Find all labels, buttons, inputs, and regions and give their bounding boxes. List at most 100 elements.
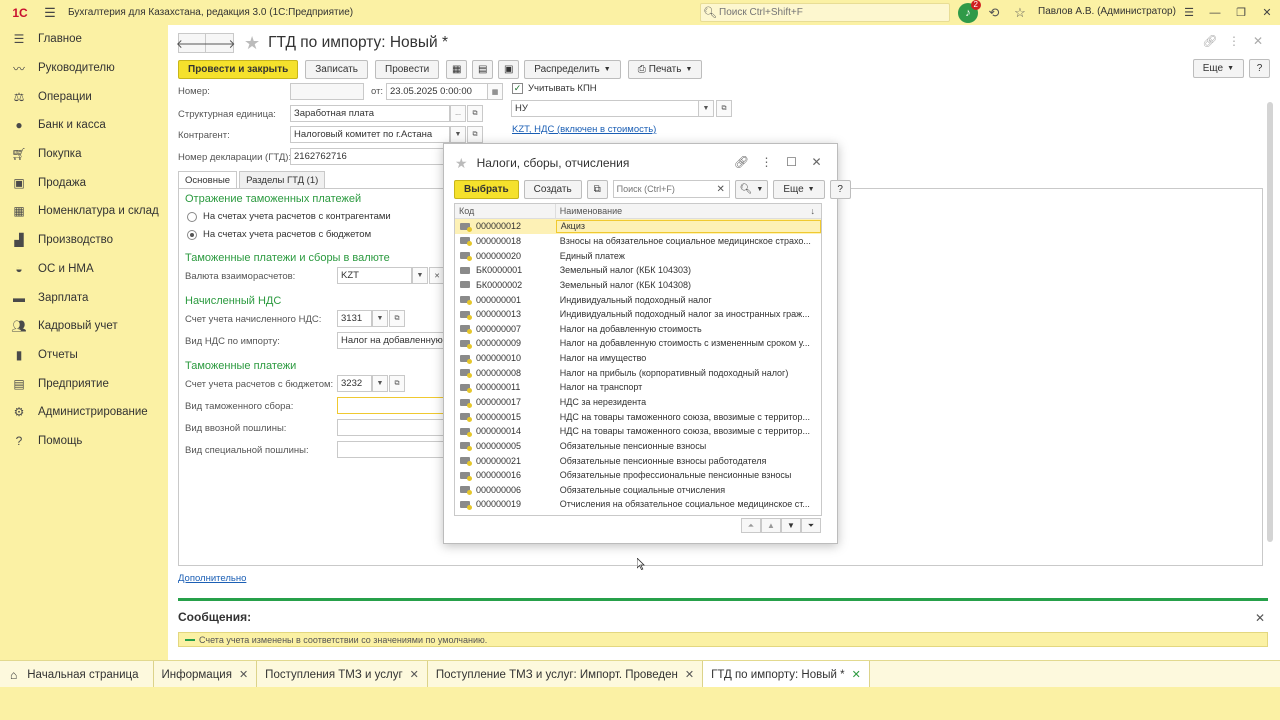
number-field[interactable] xyxy=(290,83,364,100)
select-button[interactable]: Выбрать xyxy=(454,179,519,199)
page-down-icon[interactable]: ▼ xyxy=(781,518,801,533)
close-icon[interactable]: ✕ xyxy=(1254,0,1280,25)
special-duty-field[interactable] xyxy=(337,441,445,458)
clear-icon[interactable]: ✕ xyxy=(714,184,728,195)
chevron-down-icon[interactable]: ▼ xyxy=(698,100,714,117)
sidebar-item-help[interactable]: ? Помощь xyxy=(0,427,168,456)
nu-field[interactable]: НУ xyxy=(511,100,706,117)
sidebar-item-operations[interactable]: ⚖ Операции xyxy=(0,82,168,111)
table-row[interactable]: 000000008 Налог на прибыль (корпоративный… xyxy=(455,365,821,380)
table-row[interactable]: 000000007 Налог на добавленную стоимость xyxy=(455,321,821,336)
search-button[interactable]: 🔍︎ ▼ xyxy=(734,179,769,199)
fee-type-field[interactable] xyxy=(337,397,445,414)
more-vertical-icon[interactable]: ⋮ xyxy=(1222,34,1246,48)
table-row[interactable]: 000000019 Отчисления на обязательное соци… xyxy=(455,497,821,512)
table-row[interactable]: 000000010 Налог на имущество xyxy=(455,351,821,366)
close-icon[interactable]: ✕ xyxy=(1255,611,1265,625)
sidebar-item-bank[interactable]: ● Банк и касса xyxy=(0,111,168,140)
table-row[interactable]: 000000017 НДС за нерезидента xyxy=(455,395,821,410)
global-search-input[interactable] xyxy=(719,7,939,18)
open-icon[interactable]: ⧉ xyxy=(389,310,405,327)
copy-icon[interactable]: ⧉ xyxy=(586,179,608,199)
radio-budget[interactable]: На счетах учета расчетов с бюджетом xyxy=(187,229,371,240)
notifications-button[interactable]: ♪ 2 xyxy=(955,0,981,23)
sidebar-item-manager[interactable]: 〰 Руководителю xyxy=(0,54,168,83)
close-icon[interactable]: ✕ xyxy=(239,668,248,681)
save-button[interactable]: Записать xyxy=(305,59,368,79)
help-button[interactable]: ? xyxy=(1249,59,1270,78)
table-row[interactable]: 000000001 Индивидуальный подоходный налог xyxy=(455,292,821,307)
table-row[interactable]: 000000011 Налог на транспорт xyxy=(455,380,821,395)
struct-unit-field[interactable]: Заработная плата xyxy=(290,105,450,122)
tab-receipts[interactable]: Поступления ТМЗ и услуг ✕ xyxy=(257,661,428,688)
chevron-down-icon[interactable]: ▼ xyxy=(372,375,388,392)
sidebar-item-reports[interactable]: ▮ Отчеты xyxy=(0,341,168,370)
table-row[interactable]: 000000018 Взносы на обязательное социальн… xyxy=(455,234,821,249)
sidebar-item-purchase[interactable]: 🛒︎ Покупка xyxy=(0,140,168,169)
favorites-star-icon[interactable]: ☆ xyxy=(1007,2,1033,23)
dialog-more-button[interactable]: Еще ▼ xyxy=(773,179,825,199)
table-row[interactable]: 000000012 Акциз xyxy=(455,219,821,234)
tab-sections[interactable]: Разделы ГТД (1) xyxy=(239,171,326,188)
form-scrollbar[interactable] xyxy=(1266,100,1274,575)
table-row[interactable]: 000000015 НДС на товары таможенного союза… xyxy=(455,409,821,424)
close-icon[interactable]: ✕ xyxy=(685,668,694,681)
tab-main[interactable]: Основные xyxy=(178,171,238,188)
sidebar-item-admin[interactable]: ⚙ Администрирование xyxy=(0,398,168,427)
link-icon[interactable]: 🔗︎ xyxy=(1198,34,1222,48)
sidebar-item-production[interactable]: ▟ Производство xyxy=(0,226,168,255)
print-button[interactable]: ⎙ Печать ▼ xyxy=(627,59,703,79)
post-button[interactable]: Провести xyxy=(375,59,440,79)
open-icon[interactable]: ⧉ xyxy=(467,105,483,122)
last-page-icon[interactable]: ⏷ xyxy=(801,518,821,533)
distribute-button[interactable]: Распределить ▼ xyxy=(524,59,621,79)
tab-home[interactable]: ⌂ Начальная страница xyxy=(0,661,154,688)
favorite-star-icon[interactable]: ★ xyxy=(455,155,468,172)
open-icon[interactable]: ⧉ xyxy=(389,375,405,392)
sidebar-item-sales[interactable]: ▣ Продажа xyxy=(0,168,168,197)
open-icon[interactable]: ⧉ xyxy=(716,100,732,117)
forward-button[interactable]: 🡒 xyxy=(203,33,236,53)
select-dots-icon[interactable]: ... xyxy=(450,105,466,122)
current-user[interactable]: Павлов А.В. (Администратор) xyxy=(1038,6,1176,17)
link-icon[interactable]: 🔗︎ xyxy=(729,152,754,172)
restore-icon[interactable]: ❐ xyxy=(1228,0,1254,25)
sidebar-item-hr[interactable]: 👥︎ Кадровый учет xyxy=(0,312,168,341)
currency-field[interactable]: KZT xyxy=(337,267,412,284)
vat-type-field[interactable]: Налог на добавленную xyxy=(337,332,445,349)
table-row[interactable]: 000000021 Обязательные пенсионные взносы … xyxy=(455,453,821,468)
global-search[interactable]: 🔍︎ xyxy=(700,3,950,22)
scrollbar-thumb[interactable] xyxy=(1267,102,1273,542)
settings-menu-icon[interactable]: ☰ xyxy=(1176,0,1202,25)
minimize-icon[interactable]: — xyxy=(1202,0,1228,25)
kpn-checkbox[interactable]: ✓ Учитывать КПН xyxy=(512,83,597,94)
table-row[interactable]: 000000013 Индивидуальный подоходный налог… xyxy=(455,307,821,322)
tab-gtd-import[interactable]: ГТД по импорту: Новый * ✕ xyxy=(703,661,870,688)
table-row[interactable]: 000000005 Обязательные пенсионные взносы xyxy=(455,439,821,454)
column-name[interactable]: Наименование ↓ xyxy=(556,204,821,218)
sidebar-item-enterprise[interactable]: ▤ Предприятие xyxy=(0,369,168,398)
table-row[interactable]: 000000009 Налог на добавленную стоимость … xyxy=(455,336,821,351)
dialog-help-button[interactable]: ? xyxy=(829,179,851,199)
history-icon[interactable]: ⟲ xyxy=(981,2,1007,23)
message-item[interactable]: Счета учета изменены в соответствии со з… xyxy=(178,632,1268,647)
table-row[interactable]: 000000006 Обязательные социальные отчисле… xyxy=(455,483,821,498)
radio-contractors[interactable]: На счетах учета расчетов с контрагентами xyxy=(187,211,391,222)
table-row[interactable]: 000000014 НДС на товары таможенного союза… xyxy=(455,424,821,439)
table-row[interactable]: 000000016 Обязательные профессиональные п… xyxy=(455,468,821,483)
maximize-icon[interactable]: ☐ xyxy=(779,152,804,172)
close-icon[interactable]: ✕ xyxy=(410,668,419,681)
dialog-search-input[interactable] xyxy=(613,184,714,194)
chevron-down-icon[interactable]: ▼ xyxy=(450,126,466,143)
main-menu-icon[interactable]: ☰ xyxy=(40,5,60,21)
sidebar-item-salary[interactable]: ▬ Зарплата xyxy=(0,283,168,312)
tab-receipt-import[interactable]: Поступление ТМЗ и услуг: Импорт. Проведе… xyxy=(428,661,704,688)
post-and-close-button[interactable]: Провести и закрыть xyxy=(178,59,299,79)
sidebar-item-assets[interactable]: ◒ ОС и НМА xyxy=(0,255,168,284)
tab-information[interactable]: Информация ✕ xyxy=(154,661,258,688)
import-duty-field[interactable] xyxy=(337,419,445,436)
date-field[interactable]: 23.05.2025 0:00:00 xyxy=(386,83,488,100)
close-icon[interactable]: ✕ xyxy=(804,152,829,172)
back-button[interactable]: 🡐 xyxy=(176,33,208,53)
chevron-down-icon[interactable]: ▼ xyxy=(412,267,428,284)
